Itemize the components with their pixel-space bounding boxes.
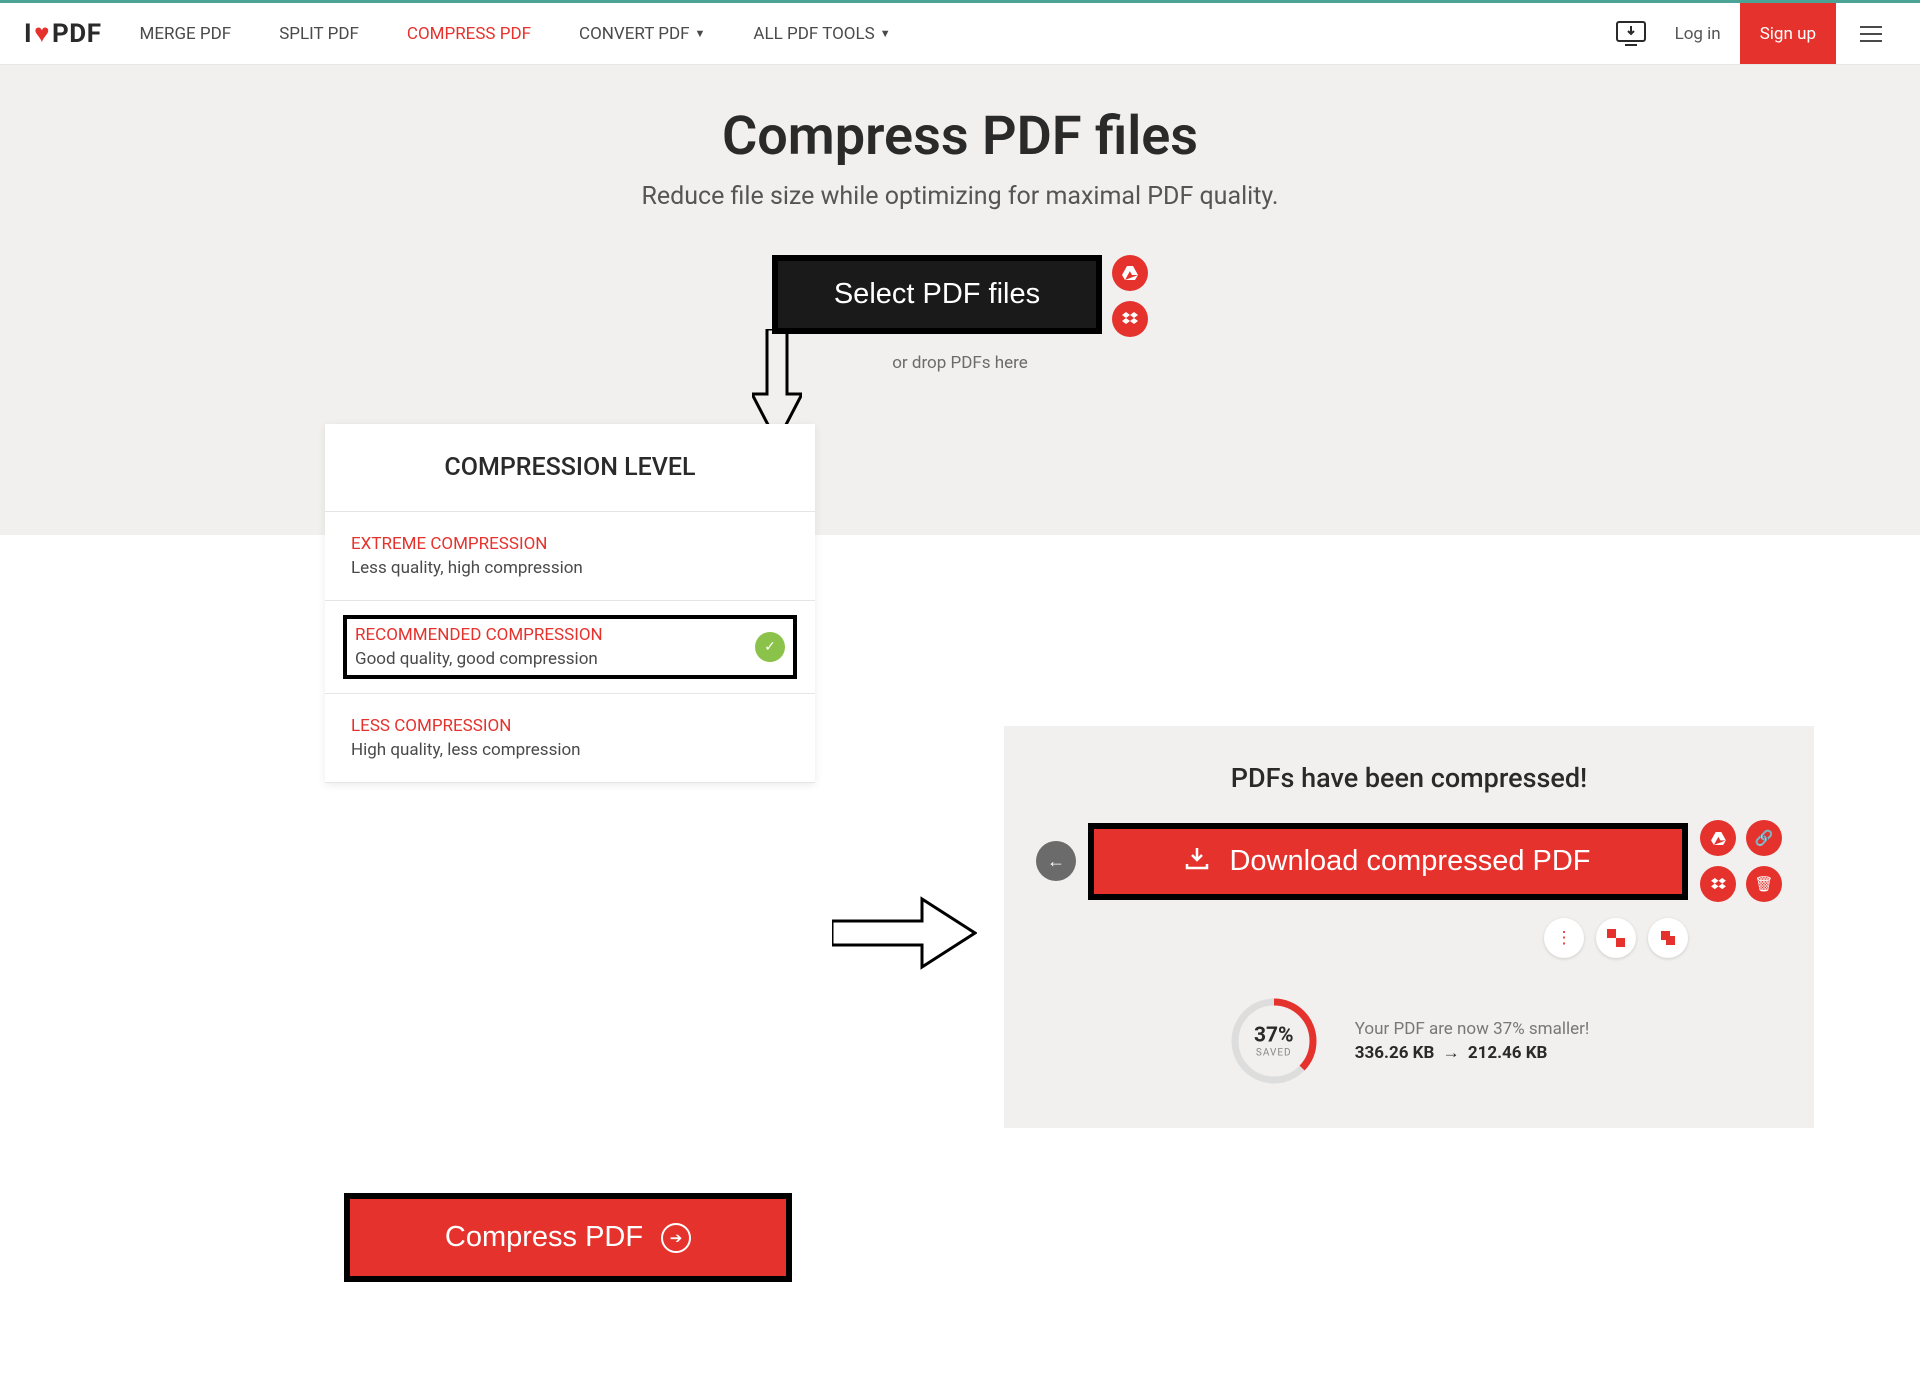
nav-all-tools[interactable]: ALL PDF TOOLS ▼ (753, 24, 890, 44)
level-less[interactable]: LESS COMPRESSION High quality, less comp… (325, 694, 815, 783)
result-title: PDFs have been compressed! (1034, 762, 1784, 794)
squares-alt-icon (1659, 929, 1677, 947)
select-file-area: Select PDF files (772, 255, 1148, 337)
level-recommended-title: RECOMMENDED COMPRESSION (355, 625, 785, 645)
arrow-right-circle-icon: ➔ (661, 1223, 691, 1253)
share-link-button[interactable]: 🔗 (1746, 820, 1782, 856)
squares-icon (1607, 929, 1625, 947)
nav-split-pdf[interactable]: SPLIT PDF (279, 24, 359, 44)
nav-convert-label: CONVERT PDF (579, 24, 690, 44)
nav-merge-pdf[interactable]: MERGE PDF (139, 24, 231, 44)
compress-pdf-button[interactable]: Compress PDF ➔ (344, 1193, 792, 1282)
arrow-icon: → (1443, 1043, 1460, 1063)
nav-all-tools-label: ALL PDF TOOLS (753, 24, 874, 44)
compress-button-wrapper: Compress PDF ➔ (344, 1193, 792, 1282)
header-right: Log in Sign up (1606, 3, 1896, 64)
signup-button[interactable]: Sign up (1740, 3, 1836, 64)
heart-icon: ♥ (34, 18, 50, 49)
compression-level-panel: COMPRESSION LEVEL EXTREME COMPRESSION Le… (325, 424, 815, 783)
menu-button[interactable] (1846, 3, 1896, 64)
desktop-download-icon[interactable] (1606, 3, 1656, 64)
logo-pdf: PDF (52, 19, 101, 49)
drop-hint: or drop PDFs here (0, 353, 1920, 373)
compress-button-label: Compress PDF (445, 1221, 643, 1254)
google-drive-button[interactable] (1112, 255, 1148, 291)
logo[interactable]: I ♥ PDF (24, 18, 101, 49)
level-extreme-desc: Less quality, high compression (351, 558, 789, 578)
size-after: 212.46 KB (1468, 1043, 1548, 1063)
more-options-button[interactable]: ⋮ (1544, 918, 1584, 958)
level-recommended[interactable]: RECOMMENDED COMPRESSION Good quality, go… (325, 601, 815, 694)
result-main-row: ← Download compressed PDF 🔗 🗑 (1034, 820, 1784, 902)
download-icon (1185, 845, 1209, 878)
organize-alt-button[interactable] (1648, 918, 1688, 958)
back-button[interactable]: ← (1036, 841, 1076, 881)
logo-i: I (24, 19, 32, 49)
save-google-drive-button[interactable] (1700, 820, 1736, 856)
nav-convert-pdf[interactable]: CONVERT PDF ▼ (579, 24, 705, 44)
page-subtitle: Reduce file size while optimizing for ma… (0, 182, 1920, 211)
upload-provider-buttons (1112, 255, 1148, 337)
main-nav: MERGE PDF SPLIT PDF COMPRESS PDF CONVERT… (139, 24, 890, 44)
organize-button[interactable] (1596, 918, 1636, 958)
level-recommended-desc: Good quality, good compression (355, 649, 785, 669)
dropbox-icon (1122, 312, 1138, 326)
save-dropbox-button[interactable] (1700, 866, 1736, 902)
nav-compress-pdf[interactable]: COMPRESS PDF (407, 24, 531, 44)
delete-button[interactable]: 🗑 (1746, 866, 1782, 902)
login-button[interactable]: Log in (1656, 3, 1740, 64)
arrow-right-icon (832, 893, 977, 973)
arrow-left-icon: ← (1047, 851, 1065, 872)
dots-icon: ⋮ (1556, 928, 1573, 948)
hamburger-icon (1860, 26, 1882, 42)
drive-icon (1122, 266, 1138, 280)
drive-icon (1711, 832, 1726, 845)
download-label: Download compressed PDF (1229, 845, 1590, 878)
stats-line2: 336.26 KB → 212.46 KB (1355, 1043, 1590, 1063)
dropbox-button[interactable] (1112, 301, 1148, 337)
level-extreme[interactable]: EXTREME COMPRESSION Less quality, high c… (325, 512, 815, 601)
level-less-desc: High quality, less compression (351, 740, 789, 760)
header: I ♥ PDF MERGE PDF SPLIT PDF COMPRESS PDF… (0, 3, 1920, 65)
stats-line1: Your PDF are now 37% smaller! (1355, 1019, 1590, 1039)
stats-text: Your PDF are now 37% smaller! 336.26 KB … (1355, 1019, 1590, 1063)
result-side-buttons: 🔗 🗑 (1700, 820, 1782, 902)
level-less-title: LESS COMPRESSION (351, 716, 789, 736)
percentage-circle: 37% SAVED (1229, 996, 1319, 1086)
percentage-value: 37% (1254, 1024, 1294, 1048)
chevron-down-icon: ▼ (880, 27, 891, 40)
compression-level-title: COMPRESSION LEVEL (325, 424, 815, 512)
chevron-down-icon: ▼ (695, 27, 706, 40)
secondary-actions: ⋮ (1034, 918, 1784, 958)
select-pdf-button[interactable]: Select PDF files (772, 255, 1102, 334)
download-button[interactable]: Download compressed PDF (1088, 823, 1688, 900)
percentage-label: SAVED (1254, 1048, 1294, 1059)
result-stats: 37% SAVED Your PDF are now 37% smaller! … (1034, 996, 1784, 1086)
level-extreme-title: EXTREME COMPRESSION (351, 534, 789, 554)
check-icon: ✓ (755, 632, 785, 662)
link-icon: 🔗 (1755, 829, 1774, 847)
trash-icon: 🗑 (1754, 875, 1773, 893)
result-panel: PDFs have been compressed! ← Download co… (1004, 726, 1814, 1128)
hero-section: Compress PDF files Reduce file size whil… (0, 65, 1920, 535)
dropbox-icon (1711, 878, 1726, 891)
page-title: Compress PDF files (0, 105, 1920, 168)
size-before: 336.26 KB (1355, 1043, 1435, 1063)
